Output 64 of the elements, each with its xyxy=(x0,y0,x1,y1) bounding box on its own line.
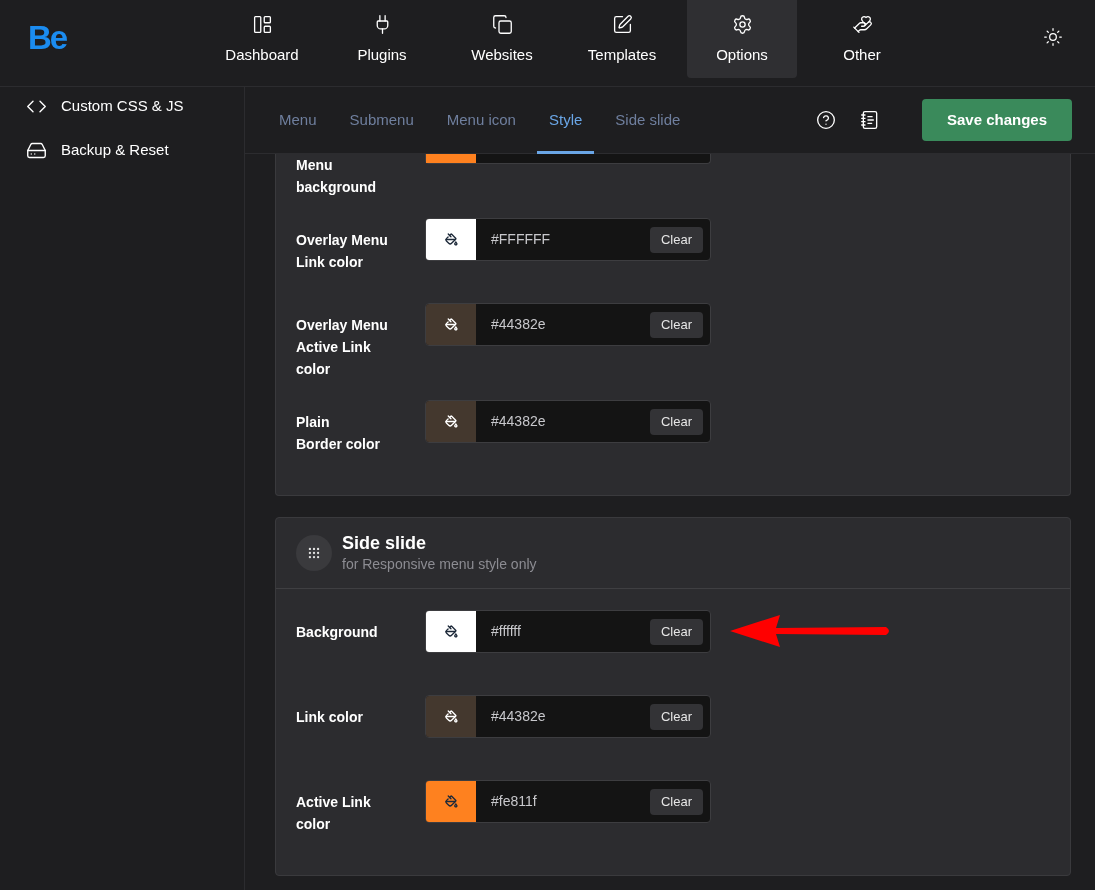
paint-bucket-icon xyxy=(444,625,458,638)
clear-button[interactable]: Clear xyxy=(649,618,703,645)
nav-tab[interactable]: Dashboard xyxy=(202,0,322,78)
nav-tab[interactable]: Templates xyxy=(562,0,682,78)
nav-icon xyxy=(731,14,753,35)
field-label: Menu background xyxy=(296,156,378,197)
field-label: Plain Border color xyxy=(296,413,381,454)
clear-button[interactable]: Clear xyxy=(649,311,703,338)
clear-button[interactable]: Clear xyxy=(649,703,703,730)
theme-icon[interactable] xyxy=(1043,27,1063,47)
color-value: #ffffff xyxy=(491,622,522,641)
save-button[interactable]: Save changes xyxy=(922,99,1072,141)
notes-icon[interactable] xyxy=(860,110,880,130)
color-swatch[interactable] xyxy=(426,219,476,260)
nav-tab[interactable]: Plugins xyxy=(322,0,442,78)
grid-icon xyxy=(296,535,332,571)
nav-icon xyxy=(611,14,633,35)
color-field[interactable] xyxy=(425,154,711,164)
color-value: #fe811f xyxy=(491,792,538,811)
paint-bucket-icon xyxy=(444,415,458,428)
paint-bucket-icon xyxy=(444,710,458,723)
help-icon[interactable] xyxy=(816,110,836,130)
paint-bucket-icon xyxy=(444,233,458,246)
field-label: Overlay Menu Active Link color xyxy=(296,316,389,379)
color-value: #44382e xyxy=(491,412,547,431)
clear-button[interactable]: Clear xyxy=(649,408,703,435)
paint-bucket-icon xyxy=(444,318,458,331)
nav-tab[interactable]: Other xyxy=(802,0,922,78)
sub-tab[interactable]: Menu xyxy=(267,86,329,154)
color-field[interactable]: #44382e Clear xyxy=(425,400,711,443)
color-swatch[interactable] xyxy=(426,781,476,822)
color-field[interactable]: #ffffff Clear xyxy=(425,610,711,653)
nav-icon xyxy=(851,14,873,35)
color-field[interactable]: #44382e Clear xyxy=(425,303,711,346)
sub-tab[interactable]: Side slide xyxy=(603,86,693,154)
sidebar-item[interactable]: Backup & Reset xyxy=(26,139,244,161)
sub-tab[interactable]: Menu icon xyxy=(434,86,528,154)
field-label: Background xyxy=(296,623,379,642)
color-swatch[interactable] xyxy=(426,304,476,345)
color-field[interactable]: #44382e Clear xyxy=(425,695,711,738)
clear-button[interactable]: Clear xyxy=(649,226,703,253)
sidebar-item[interactable]: Custom CSS & JS xyxy=(26,95,244,117)
paint-bucket-icon xyxy=(444,795,458,808)
color-swatch[interactable] xyxy=(426,401,476,442)
nav-icon xyxy=(491,14,513,35)
color-field[interactable]: #fe811f Clear xyxy=(425,780,711,823)
color-swatch[interactable] xyxy=(426,611,476,652)
clear-button[interactable]: Clear xyxy=(649,788,703,815)
logo[interactable]: Be xyxy=(28,19,67,56)
nav-tab[interactable]: Websites xyxy=(442,0,562,78)
field-label: Overlay Menu Link color xyxy=(296,231,389,272)
color-field[interactable]: #FFFFFF Clear xyxy=(425,218,711,261)
field-label: Active Link color xyxy=(296,793,372,834)
nav-icon xyxy=(251,14,273,35)
color-value: #44382e xyxy=(491,315,547,334)
color-swatch[interactable] xyxy=(426,696,476,737)
section-title: Side slide xyxy=(342,532,428,554)
sub-tab[interactable]: Submenu xyxy=(337,86,426,154)
field-label: Link color xyxy=(296,708,364,727)
color-value: #FFFFFF xyxy=(491,230,552,249)
section-subtitle: for Responsive menu style only xyxy=(342,555,537,574)
nav-tab[interactable]: Options xyxy=(687,0,797,78)
color-value: #44382e xyxy=(491,707,547,726)
color-swatch[interactable] xyxy=(426,154,476,163)
